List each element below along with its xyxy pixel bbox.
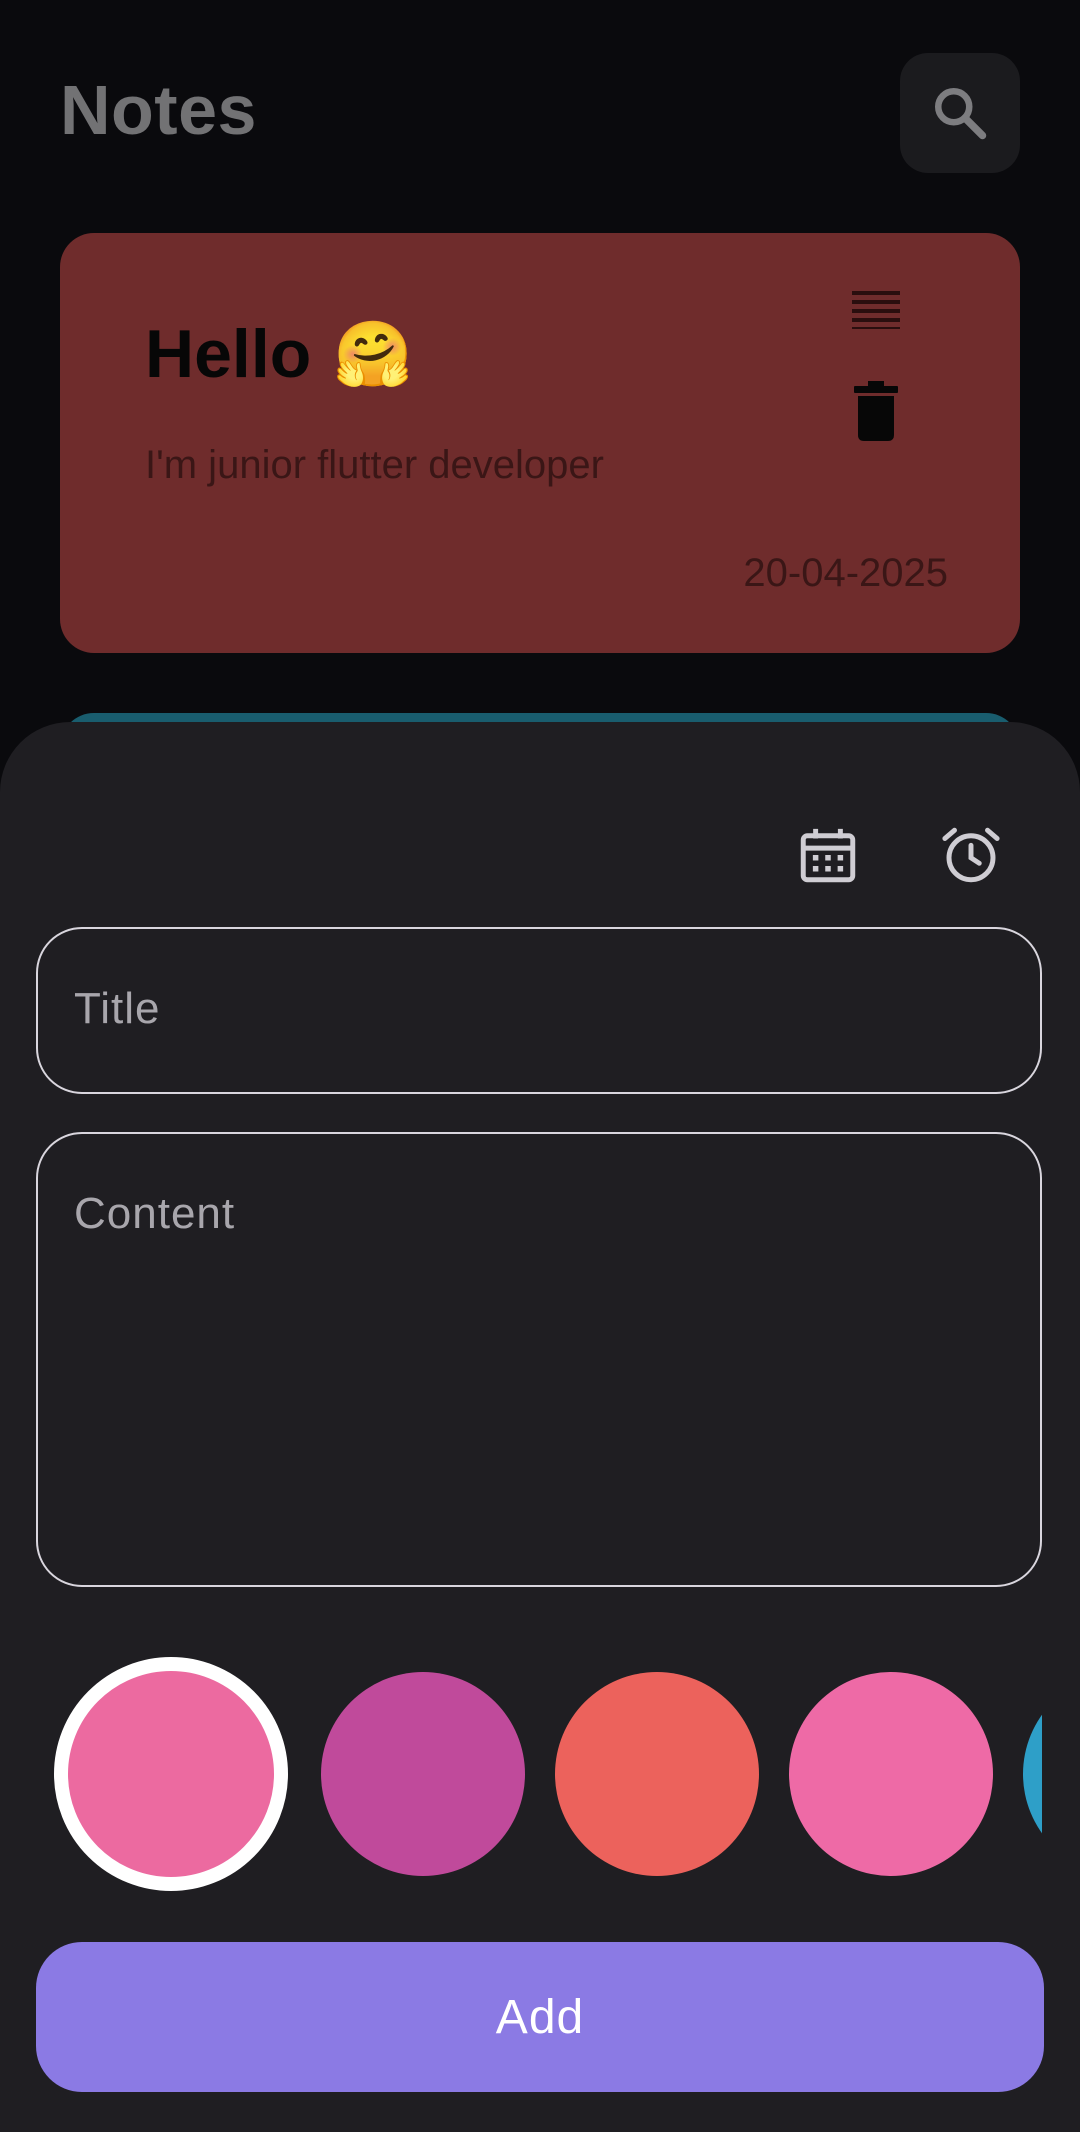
alarm-icon[interactable] [938,822,1004,888]
add-button[interactable]: Add [36,1942,1044,2092]
title-field[interactable]: Title [36,927,1042,1094]
color-swatch[interactable] [789,1672,993,1876]
color-swatch[interactable] [555,1672,759,1876]
color-swatch[interactable] [321,1672,525,1876]
note-title: Hello 🤗 [145,315,413,393]
title-placeholder: Title [74,984,161,1033]
page-title: Notes [60,71,257,149]
note-card[interactable]: Hello 🤗 I'm junior flutter developer 20-… [60,233,1020,653]
notes-screen: Notes Hello 🤗 I'm junior flutter develop… [0,0,1080,2132]
search-button[interactable] [900,53,1020,173]
note-title-emoji: 🤗 [333,317,413,390]
search-icon [935,88,987,140]
add-note-sheet: Title Content Add [0,722,1080,2132]
content-field[interactable]: Content [36,1132,1042,1587]
color-swatch[interactable] [1023,1672,1042,1876]
calendar-icon[interactable] [795,822,861,888]
color-picker [36,1652,1042,1892]
drag-handle-icon[interactable] [852,289,900,329]
delete-icon[interactable] [852,381,900,441]
color-swatch-selected[interactable] [54,1657,288,1891]
content-placeholder: Content [74,1189,236,1238]
note-title-text: Hello [145,316,312,392]
note-date: 20-04-2025 [743,551,948,595]
note-content: I'm junior flutter developer [145,443,604,487]
